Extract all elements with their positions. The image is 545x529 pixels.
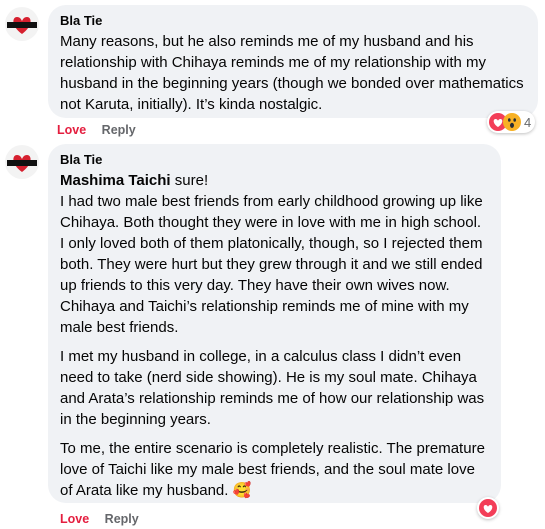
love-button[interactable]: Love <box>57 123 86 137</box>
reaction-summary[interactable] <box>477 497 499 519</box>
comment-text: Mashima Taichi sure! <box>60 170 489 191</box>
comment-author[interactable]: Bla Tie <box>60 13 526 29</box>
reaction-summary[interactable]: 4 <box>487 111 536 133</box>
comment-bubble: Bla Tie Many reasons, but he also remind… <box>48 5 538 118</box>
mention-link[interactable]: Mashima Taichi <box>60 172 171 189</box>
comment-actions: Love Reply <box>57 123 148 137</box>
comment-paragraph: I met my husband in college, in a calcul… <box>60 348 485 428</box>
mention-rest-text: sure! <box>170 172 209 189</box>
comment-text: Many reasons, but he also reminds me of … <box>60 33 524 113</box>
comment-paragraph: To me, the entire scenario is completely… <box>60 440 485 499</box>
wow-reaction-icon <box>503 113 521 131</box>
heart-avatar-icon <box>7 155 37 172</box>
reaction-count: 4 <box>524 114 532 130</box>
heart-avatar-icon <box>7 17 37 34</box>
reply-button[interactable]: Reply <box>105 512 139 526</box>
avatar[interactable] <box>5 145 39 179</box>
comment-paragraph: I had two male best friends from early c… <box>60 193 483 336</box>
comment-author[interactable]: Bla Tie <box>60 152 489 168</box>
comment-bubble: Bla Tie Mashima Taichi sure! I had two m… <box>48 144 501 503</box>
reply-button[interactable]: Reply <box>102 123 136 137</box>
love-button[interactable]: Love <box>60 512 89 526</box>
avatar[interactable] <box>5 7 39 41</box>
comment-actions: Love Reply <box>60 512 151 526</box>
love-reaction-icon <box>479 499 497 517</box>
